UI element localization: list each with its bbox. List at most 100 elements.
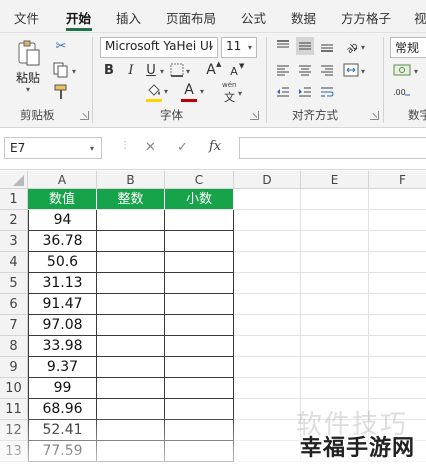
row-header[interactable]: 1 [0, 189, 28, 210]
cell-e3[interactable] [301, 231, 369, 252]
cell-f6[interactable] [369, 294, 426, 315]
menu-data[interactable]: 数据 [291, 8, 316, 27]
cell-a10[interactable]: 99 [28, 378, 97, 399]
cell-d10[interactable] [234, 378, 301, 399]
cell-b1[interactable]: 整数 [97, 189, 165, 210]
cell-c2[interactable] [165, 210, 234, 231]
decrease-indent-icon[interactable] [274, 83, 292, 101]
cell-a1[interactable]: 数值 [28, 189, 97, 210]
column-header-a[interactable]: A [28, 171, 97, 189]
accounting-dropdown-icon[interactable]: ▾ [414, 67, 418, 76]
cell-f5[interactable] [369, 273, 426, 294]
menu-view[interactable]: 视 [414, 8, 426, 27]
row-header[interactable]: 11 [0, 399, 28, 420]
font-family-dropdown-icon[interactable]: ▾ [209, 43, 213, 52]
menu-home[interactable]: 开始 [66, 8, 91, 27]
cell-f10[interactable] [369, 378, 426, 399]
cell-e8[interactable] [301, 336, 369, 357]
enter-icon[interactable]: ✓ [177, 140, 188, 155]
cut-icon[interactable]: ✂ [52, 37, 70, 55]
cell-b6[interactable] [97, 294, 165, 315]
cell-a3[interactable]: 36.78 [28, 231, 97, 252]
cell-d6[interactable] [234, 294, 301, 315]
cell-c3[interactable] [165, 231, 234, 252]
copy-dropdown-icon[interactable]: ▾ [72, 67, 76, 76]
font-size-dropdown-icon[interactable]: ▾ [248, 43, 252, 52]
name-box-dropdown-icon[interactable]: ▾ [90, 144, 94, 153]
row-header[interactable]: 5 [0, 273, 28, 294]
cell-b9[interactable] [97, 357, 165, 378]
cell-c11[interactable] [165, 399, 234, 420]
number-format-select[interactable]: 常规 [390, 37, 426, 58]
align-middle-icon[interactable] [296, 37, 314, 55]
paste-label[interactable]: 粘贴 [16, 69, 40, 86]
column-header-f[interactable]: F [369, 171, 426, 189]
cell-e5[interactable] [301, 273, 369, 294]
orientation-dropdown-icon[interactable]: ▾ [361, 43, 365, 52]
cell-a4[interactable]: 50.6 [28, 252, 97, 273]
border-dropdown-icon[interactable]: ▾ [186, 67, 190, 76]
align-top-icon[interactable] [274, 37, 292, 55]
cell-d12[interactable] [234, 420, 301, 441]
cell-e4[interactable] [301, 252, 369, 273]
merge-center-icon[interactable] [342, 61, 360, 79]
cancel-icon[interactable]: ✕ [145, 140, 156, 155]
wrap-text-icon[interactable] [318, 83, 336, 101]
row-header[interactable]: 9 [0, 357, 28, 378]
format-painter-icon[interactable] [52, 83, 70, 101]
font-color-button[interactable]: A [182, 82, 196, 98]
cell-e2[interactable] [301, 210, 369, 231]
cell-c7[interactable] [165, 315, 234, 336]
cell-c6[interactable] [165, 294, 234, 315]
cell-d2[interactable] [234, 210, 301, 231]
column-header-d[interactable]: D [234, 171, 301, 189]
name-box[interactable]: E7 [4, 137, 102, 159]
cell-f9[interactable] [369, 357, 426, 378]
italic-button[interactable]: I [124, 61, 138, 79]
cell-a12[interactable]: 52.41 [28, 420, 97, 441]
orientation-icon[interactable]: ab [342, 37, 360, 55]
cell-b10[interactable] [97, 378, 165, 399]
column-header-b[interactable]: B [97, 171, 165, 189]
column-header-e[interactable]: E [301, 171, 369, 189]
cell-a11[interactable]: 68.96 [28, 399, 97, 420]
align-right-icon[interactable] [318, 61, 336, 79]
cell-d3[interactable] [234, 231, 301, 252]
copy-icon[interactable] [52, 61, 70, 79]
paste-dropdown-icon[interactable]: ▾ [26, 85, 30, 94]
cell-e9[interactable] [301, 357, 369, 378]
row-header[interactable]: 2 [0, 210, 28, 231]
cell-c8[interactable] [165, 336, 234, 357]
row-header[interactable]: 6 [0, 294, 28, 315]
row-header[interactable]: 7 [0, 315, 28, 336]
cell-d1[interactable] [234, 189, 301, 210]
cell-a7[interactable]: 97.08 [28, 315, 97, 336]
menu-page-layout[interactable]: 页面布局 [166, 8, 216, 27]
cell-c13[interactable] [165, 441, 234, 462]
cell-f8[interactable] [369, 336, 426, 357]
cell-b12[interactable] [97, 420, 165, 441]
cell-e7[interactable] [301, 315, 369, 336]
cell-a8[interactable]: 33.98 [28, 336, 97, 357]
underline-button[interactable]: U [144, 61, 158, 79]
increase-indent-icon[interactable] [296, 83, 314, 101]
cell-d4[interactable] [234, 252, 301, 273]
clipboard-launcher-icon[interactable] [80, 111, 89, 120]
row-header[interactable]: 10 [0, 378, 28, 399]
font-color-dropdown-icon[interactable]: ▾ [200, 87, 204, 96]
cell-c1[interactable]: 小数 [165, 189, 234, 210]
cell-a13[interactable]: 77.59 [28, 441, 97, 462]
cell-f2[interactable] [369, 210, 426, 231]
cell-b8[interactable] [97, 336, 165, 357]
cell-f4[interactable] [369, 252, 426, 273]
cell-b4[interactable] [97, 252, 165, 273]
cell-c10[interactable] [165, 378, 234, 399]
merge-dropdown-icon[interactable]: ▾ [361, 67, 365, 76]
cell-c9[interactable] [165, 357, 234, 378]
bold-button[interactable]: B [102, 61, 116, 79]
cell-e10[interactable] [301, 378, 369, 399]
cell-c4[interactable] [165, 252, 234, 273]
menu-fangfanggezi[interactable]: 方方格子 [341, 8, 391, 27]
cell-b2[interactable] [97, 210, 165, 231]
decimal-icon[interactable]: .00 [392, 83, 412, 101]
